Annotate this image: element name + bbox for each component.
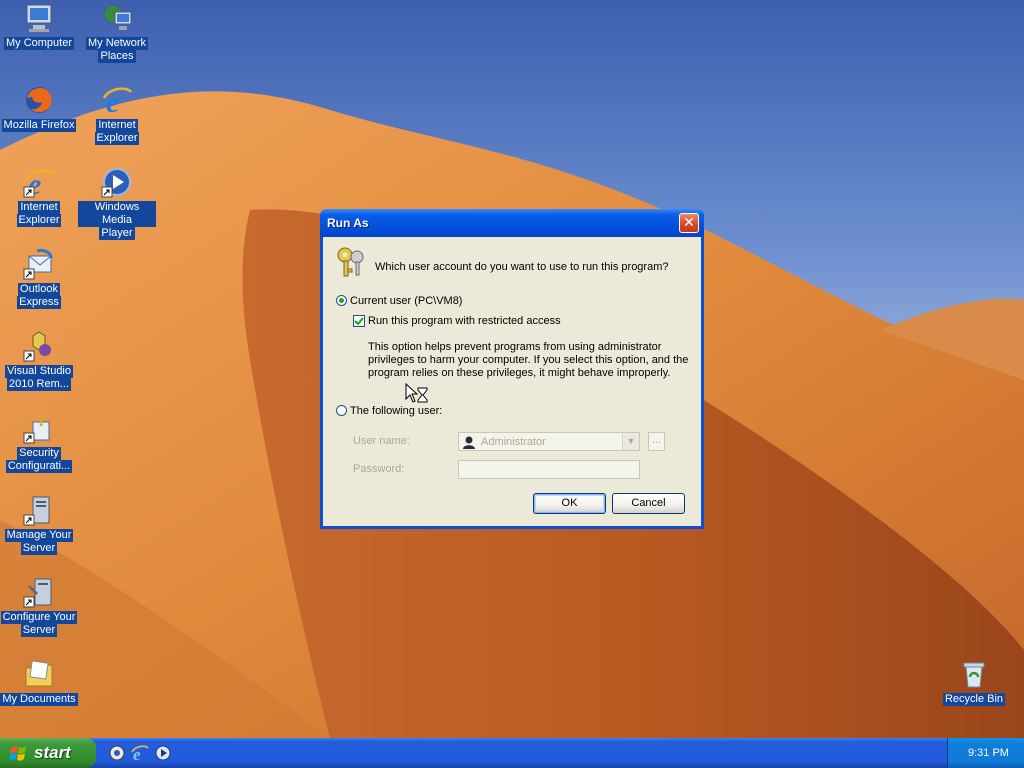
current-user-radio[interactable] (336, 295, 347, 306)
clock[interactable]: 9:31 PM (968, 747, 1009, 759)
start-button[interactable]: start (0, 738, 96, 768)
username-value: Administrator (481, 436, 546, 448)
desktop-icon-visual-studio[interactable]: Visual Studio 2010 Rem... (0, 330, 78, 404)
quicklaunch-show-desktop-icon[interactable] (108, 744, 126, 762)
desktop-icon-internet-explorer-shortcut[interactable]: e Internet Explorer (0, 166, 78, 240)
username-label: User name: (353, 435, 410, 447)
desktop-icon-my-computer[interactable]: My Computer (0, 2, 78, 76)
close-icon: ✕ (683, 215, 695, 231)
taskbar: start e 9:31 PM (0, 738, 1024, 768)
visual-studio-icon (23, 331, 51, 362)
dialog-titlebar[interactable]: Run As ✕ (320, 209, 704, 237)
close-button[interactable]: ✕ (679, 213, 699, 233)
desktop-icon-my-documents[interactable]: My Documents (0, 658, 78, 732)
firefox-icon (26, 87, 52, 113)
configure-server-icon (23, 578, 52, 608)
computer-icon (26, 4, 52, 32)
icon-label: Places (98, 50, 136, 63)
icon-label: Recycle Bin (942, 693, 1006, 706)
icon-label: My Computer (3, 37, 75, 50)
dialog-body: Which user account do you want to use to… (323, 237, 701, 526)
run-as-dialog: Run As ✕ Which user account do you want … (320, 209, 704, 529)
busy-cursor-icon (405, 383, 428, 403)
browse-user-button[interactable]: ... (648, 432, 665, 451)
cancel-button[interactable]: Cancel (612, 493, 685, 514)
username-combobox[interactable]: Administrator ▼ (458, 432, 640, 451)
following-user-radio[interactable] (336, 405, 347, 416)
security-config-icon: ? (23, 412, 50, 444)
icon-label: Configurati... (5, 460, 73, 473)
current-user-label[interactable]: Current user (PC\VM8) (350, 295, 462, 307)
internet-explorer-icon: e (102, 86, 133, 116)
restricted-description-line2: privileges to harm your computer. If you… (368, 354, 689, 366)
recycle-bin-icon (963, 662, 985, 688)
restricted-access-label[interactable]: Run this program with restricted access (368, 315, 561, 327)
icon-label: Explorer (94, 132, 140, 145)
desktop-icon-internet-explorer[interactable]: e Internet Explorer (78, 84, 156, 158)
windows-logo-icon (10, 746, 26, 761)
system-tray: 9:31 PM (947, 738, 1024, 768)
keys-icon (337, 247, 364, 277)
desktop: My Computer My Network Places Mozilla Fi… (0, 0, 1024, 738)
network-places-icon (103, 4, 132, 30)
start-label: start (34, 743, 71, 762)
checkmark-icon (354, 317, 364, 326)
icon-label: Express (17, 296, 61, 309)
password-label: Password: (353, 463, 405, 475)
icon-label: Server (20, 542, 58, 555)
icon-label: Server (20, 624, 58, 637)
password-field[interactable] (458, 460, 640, 479)
documents-icon (25, 660, 53, 687)
run-as-question: Which user account do you want to use to… (375, 261, 669, 273)
desktop-icon-windows-media-player[interactable]: Windows Media Player (78, 166, 156, 240)
restricted-description-line1: This option helps prevent programs from … (368, 341, 662, 353)
icon-label: 2010 Rem... (7, 378, 71, 391)
icon-label: My Documents (0, 693, 78, 706)
quicklaunch-internet-explorer-icon[interactable]: e (131, 744, 149, 762)
restricted-description-line3: program relies on these privileges, it m… (368, 367, 671, 379)
quicklaunch-media-player-icon[interactable] (154, 744, 172, 762)
dialog-title: Run As (327, 216, 369, 230)
icon-label: Player (99, 227, 135, 240)
radio-selected-dot (339, 298, 344, 303)
icon-label: Mozilla Firefox (1, 119, 77, 132)
desktop-icon-configure-your-server[interactable]: Configure Your Server (0, 576, 78, 650)
desktop-icon-security-configuration[interactable]: ? Security Configurati... (0, 412, 78, 486)
outlook-express-icon (23, 248, 53, 280)
media-player-icon (101, 168, 131, 198)
desktop-icon-manage-your-server[interactable]: Manage Your Server (0, 494, 78, 568)
svg-text:?: ? (37, 412, 46, 430)
desktop-icon-mozilla-firefox[interactable]: Mozilla Firefox (0, 84, 78, 158)
following-user-label[interactable]: The following user: (350, 405, 442, 417)
ok-button[interactable]: OK (533, 493, 606, 514)
chevron-down-icon[interactable]: ▼ (622, 433, 639, 450)
desktop-icon-recycle-bin[interactable]: Recycle Bin (935, 658, 1013, 732)
desktop-icon-outlook-express[interactable]: Outlook Express (0, 248, 78, 322)
internet-explorer-shortcut-icon: e (23, 168, 55, 198)
restricted-access-checkbox[interactable] (353, 315, 365, 327)
manage-server-icon (23, 496, 50, 526)
user-icon (463, 436, 475, 449)
icon-label: Explorer (16, 214, 62, 227)
desktop-icon-my-network-places[interactable]: My Network Places (78, 2, 156, 76)
